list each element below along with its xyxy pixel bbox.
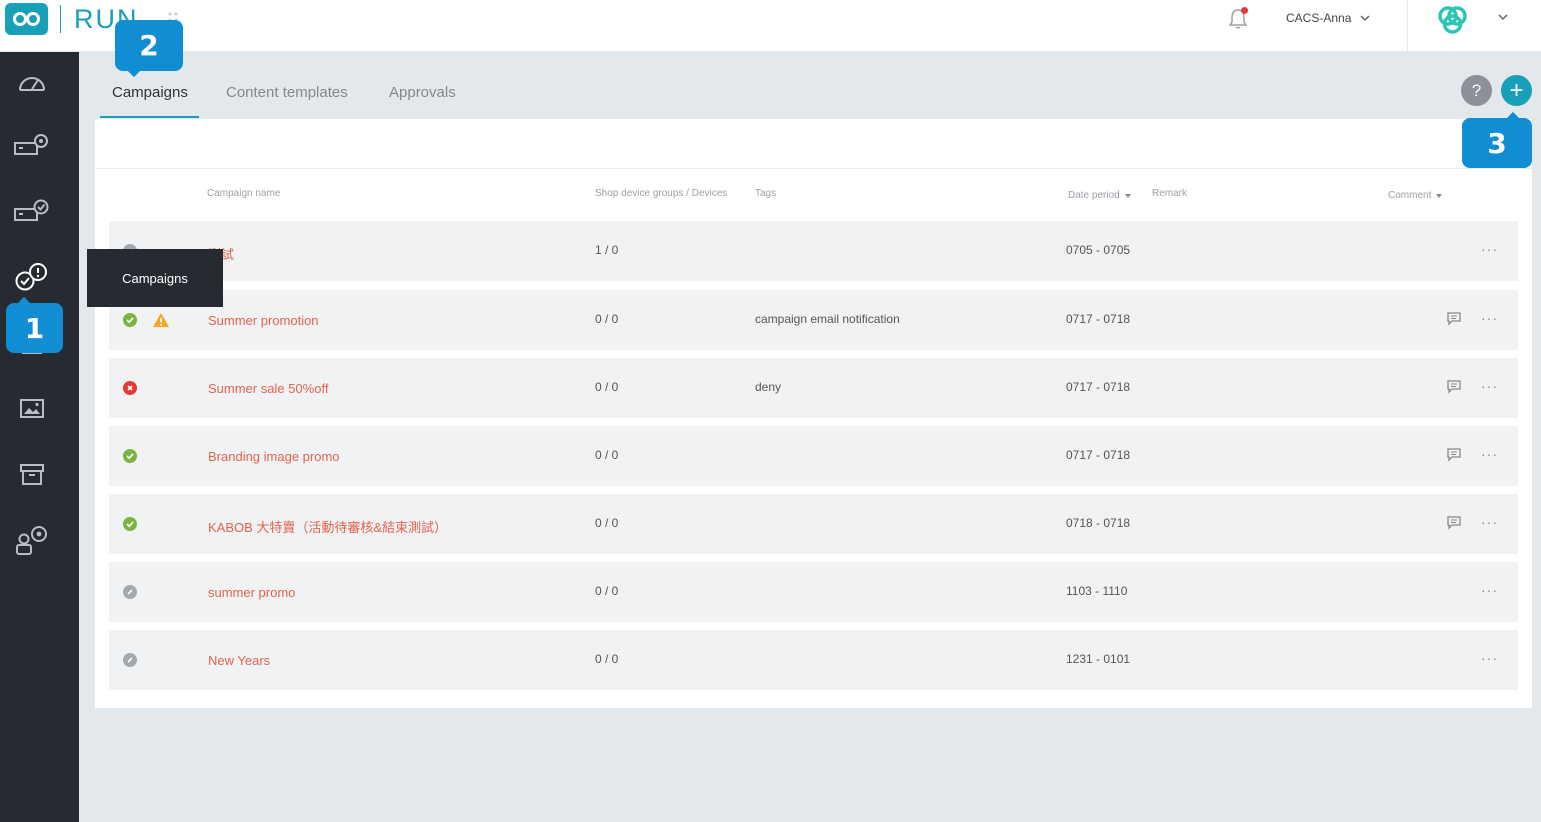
table-row[interactable]: Summer promotion 0 / 0 campaign email noti… <box>109 290 1518 350</box>
date-period: 0718 - 0718 <box>1066 516 1131 530</box>
sort-caret-icon <box>1436 193 1443 198</box>
chevron-down-icon <box>1360 15 1370 21</box>
status-draft-icon <box>123 653 137 667</box>
user-settings-icon <box>16 526 47 555</box>
device-count: 1 / 0 <box>595 243 619 257</box>
image-icon <box>20 399 44 418</box>
device-count: 0 / 0 <box>595 448 619 462</box>
status-approved-icon <box>123 517 137 531</box>
sidebar-item-dashboard[interactable] <box>14 64 50 100</box>
header-divider <box>1407 0 1408 52</box>
table-row[interactable]: KABOB 大特賣（活動待審核&結束測試） 0 / 0 0718 - 0718 ··· <box>109 494 1518 554</box>
device-settings-icon <box>14 134 48 155</box>
col-header-remark-label: Remark <box>1152 188 1188 199</box>
status-rejected-icon <box>123 381 137 395</box>
table-row[interactable]: New Years 0 / 0 1231 - 0101 ··· <box>109 630 1518 690</box>
logo-divider <box>60 5 61 33</box>
campaign-name-link[interactable]: Summer promotion <box>208 313 319 328</box>
tab-campaigns[interactable]: Campaigns <box>112 84 188 101</box>
more-options-icon[interactable]: ··· <box>1481 446 1498 462</box>
col-header-tags-label: Tags <box>755 188 777 199</box>
campaign-list-panel: Campaign name Shop device groups / Devic… <box>95 119 1532 708</box>
sidebar-item-archive[interactable] <box>14 457 50 493</box>
callout-badge-3: 3 <box>1462 118 1532 168</box>
col-header-devices: Shop device groups / Devices <box>595 188 727 199</box>
campaigns-icon <box>15 263 47 291</box>
dashboard-icon <box>19 77 45 91</box>
col-header-devices-label: Shop device groups / Devices <box>595 188 728 199</box>
device-check-icon <box>14 199 49 221</box>
status-approved-icon <box>123 449 137 463</box>
table-row[interactable]: Branding image promo 0 / 0 0717 - 0718 ··· <box>109 426 1518 486</box>
comment-icon[interactable] <box>1446 515 1462 533</box>
device-count: 0 / 0 <box>595 516 619 530</box>
callout-badge-1: 1 <box>6 303 63 353</box>
tab-approvals[interactable]: Approvals <box>389 84 456 101</box>
device-count: 0 / 0 <box>595 652 619 666</box>
campaign-name-link[interactable]: Summer sale 50%off <box>208 381 328 396</box>
col-header-date-label: Date period <box>1068 190 1120 201</box>
campaign-name-link[interactable]: summer promo <box>208 585 295 600</box>
sidebar-item-user-settings[interactable] <box>14 522 50 558</box>
col-header-date[interactable]: Date period <box>1068 190 1131 201</box>
more-options-icon[interactable]: ··· <box>1481 582 1498 598</box>
date-period: 0717 - 0718 <box>1066 312 1131 326</box>
date-period: 0717 - 0718 <box>1066 380 1131 394</box>
date-period: 1103 - 1110 <box>1066 584 1128 598</box>
device-count: 0 / 0 <box>595 584 619 598</box>
sidebar-item-campaigns[interactable] <box>14 259 50 295</box>
campaign-tags: campaign email notification <box>755 312 900 326</box>
sidebar-tooltip: Campaigns <box>87 249 223 307</box>
chevron-down-icon[interactable] <box>1498 14 1508 20</box>
campaign-name-link[interactable]: KABOB 大特賣（活動待審核&結束測試） <box>208 517 447 536</box>
panel-divider <box>95 168 1532 169</box>
more-options-icon[interactable]: ··· <box>1481 241 1498 257</box>
user-name: CACS-Anna <box>1286 11 1352 25</box>
col-header-tags: Tags <box>755 188 776 199</box>
active-tab-indicator <box>100 116 199 118</box>
archive-icon <box>20 464 44 485</box>
col-header-comment[interactable]: Comment <box>1388 190 1443 201</box>
sidebar-item-media[interactable] <box>14 391 50 427</box>
table-row[interactable]: 測試1 / 00705 - 0705··· <box>109 221 1518 281</box>
app-logo[interactable] <box>5 3 48 35</box>
sidebar-item-device-approvals[interactable] <box>14 194 50 230</box>
notification-badge <box>1241 7 1248 14</box>
top-bar: RUN CACS-Anna <box>0 0 1541 52</box>
campaign-name-link[interactable]: Branding image promo <box>208 449 340 464</box>
comment-icon[interactable] <box>1446 311 1462 329</box>
brand-logo-icon[interactable] <box>1433 2 1473 40</box>
col-header-name-label: Campaign name <box>207 188 281 199</box>
callout-badge-2: 2 <box>115 20 183 71</box>
add-campaign-button[interactable]: + <box>1501 75 1532 106</box>
more-options-icon[interactable]: ··· <box>1481 378 1498 394</box>
warning-icon <box>152 312 170 331</box>
date-period: 0705 - 0705 <box>1066 243 1131 257</box>
comment-icon[interactable] <box>1446 447 1462 465</box>
more-options-icon[interactable]: ··· <box>1481 650 1498 666</box>
col-header-name: Campaign name <box>207 188 280 199</box>
col-header-remark: Remark <box>1152 188 1187 199</box>
sort-caret-icon <box>1124 193 1131 198</box>
date-period: 1231 - 0101 <box>1066 652 1131 666</box>
sidebar <box>0 52 79 822</box>
table-row[interactable]: Summer sale 50%off 0 / 0 deny 0717 - 0718 ··… <box>109 358 1518 418</box>
comment-icon[interactable] <box>1446 379 1462 397</box>
sidebar-item-device-settings[interactable] <box>14 128 50 164</box>
device-count: 0 / 0 <box>595 312 619 326</box>
col-header-comment-label: Comment <box>1388 190 1432 201</box>
help-button[interactable]: ? <box>1461 75 1492 106</box>
user-menu[interactable]: CACS-Anna <box>1286 11 1370 25</box>
campaign-name-link[interactable]: New Years <box>208 653 270 668</box>
status-draft-icon <box>123 585 137 599</box>
table-row[interactable]: summer promo 0 / 0 1103 - 1110 ··· <box>109 562 1518 622</box>
infinity-icon <box>13 12 40 26</box>
tab-content-templates[interactable]: Content templates <box>226 84 348 101</box>
date-period: 0717 - 0718 <box>1066 448 1131 462</box>
more-options-icon[interactable]: ··· <box>1481 514 1498 530</box>
status-approved-icon <box>123 313 137 327</box>
campaign-tags: deny <box>755 380 782 394</box>
device-count: 0 / 0 <box>595 380 619 394</box>
more-options-icon[interactable]: ··· <box>1481 310 1498 326</box>
